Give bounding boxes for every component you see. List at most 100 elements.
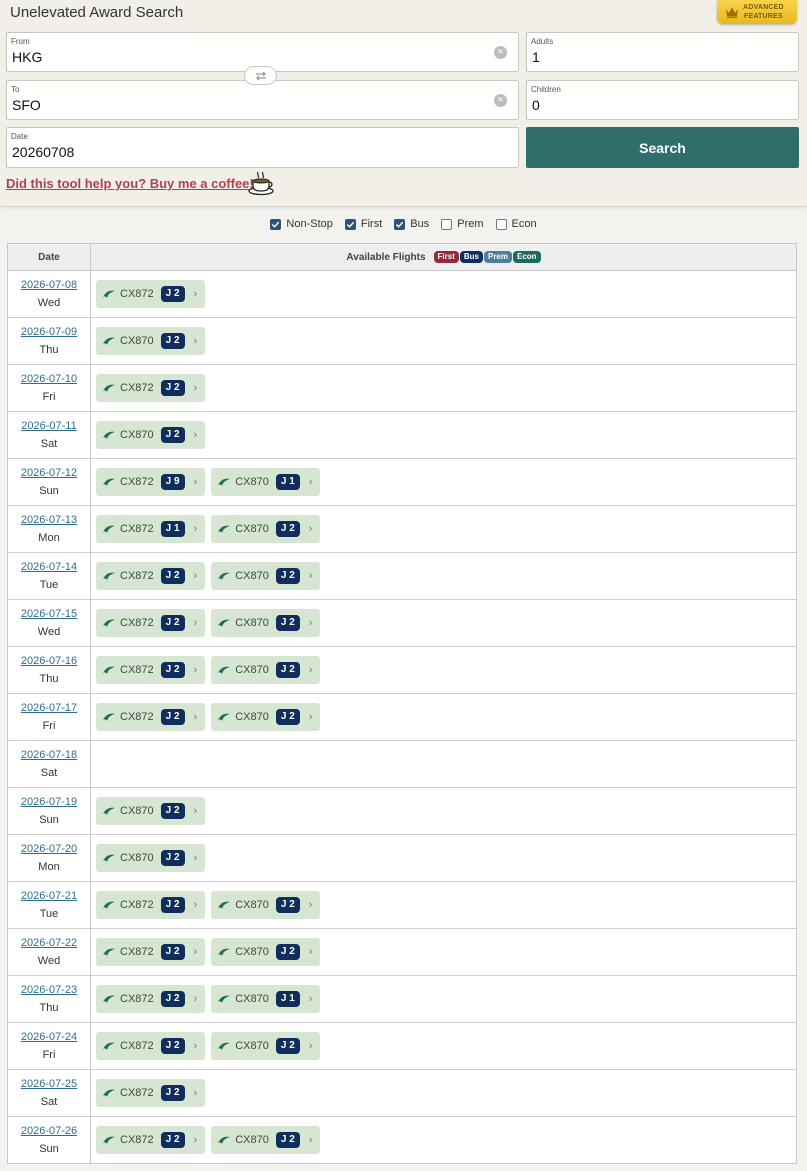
date-link[interactable]: 2026-07-23 bbox=[21, 984, 77, 996]
date-link[interactable]: 2026-07-24 bbox=[21, 1031, 77, 1043]
cabin-availability-badge: J 2 bbox=[160, 333, 185, 349]
date-link[interactable]: 2026-07-20 bbox=[21, 843, 77, 855]
date-link[interactable]: 2026-07-26 bbox=[21, 1125, 77, 1137]
from-input[interactable] bbox=[12, 49, 412, 65]
buy-coffee-link[interactable]: Did this tool help you? Buy me a coffee! bbox=[6, 176, 254, 191]
flight-chip[interactable]: CX872 J 2 › bbox=[96, 609, 206, 637]
flight-chip[interactable]: CX870 J 2 › bbox=[211, 515, 321, 543]
flight-chip[interactable]: CX870 J 2 › bbox=[211, 609, 321, 637]
checkbox[interactable] bbox=[394, 218, 406, 230]
filter-non-stop[interactable]: Non-Stop bbox=[270, 218, 333, 230]
airline-logo-icon bbox=[103, 807, 115, 815]
airline-logo-icon bbox=[103, 431, 115, 439]
checkbox[interactable] bbox=[344, 218, 356, 230]
flight-chip[interactable]: CX872 J 2 › bbox=[96, 562, 206, 590]
cabin-availability-badge: J 2 bbox=[275, 615, 300, 631]
flight-chip[interactable]: CX872 J 1 › bbox=[96, 515, 206, 543]
flight-chip[interactable]: CX870 J 2 › bbox=[211, 891, 321, 919]
flight-chip[interactable]: CX870 J 2 › bbox=[211, 562, 321, 590]
clear-to-icon[interactable]: × bbox=[494, 94, 507, 107]
chevron-right-icon: › bbox=[193, 993, 198, 1005]
date-link[interactable]: 2026-07-08 bbox=[21, 279, 77, 291]
date-link[interactable]: 2026-07-21 bbox=[21, 890, 77, 902]
date-link[interactable]: 2026-07-22 bbox=[21, 937, 77, 949]
filter-econ[interactable]: Econ bbox=[495, 218, 537, 230]
flight-number: CX870 bbox=[235, 617, 269, 629]
filter-bus[interactable]: Bus bbox=[394, 218, 429, 230]
cabin-availability-badge: J 2 bbox=[275, 568, 300, 584]
flight-chip[interactable]: CX872 J 2 › bbox=[96, 374, 206, 402]
flight-chip[interactable]: CX872 J 2 › bbox=[96, 1032, 206, 1060]
flight-chip[interactable]: CX870 J 2 › bbox=[96, 797, 206, 825]
filter-prem[interactable]: Prem bbox=[441, 218, 484, 230]
cabin-availability-badge: J 2 bbox=[160, 615, 185, 631]
flight-chip[interactable]: CX870 J 2 › bbox=[211, 703, 321, 731]
airline-logo-icon bbox=[103, 384, 115, 392]
chevron-right-icon: › bbox=[308, 1040, 313, 1052]
flight-chip[interactable]: CX872 J 9 › bbox=[96, 468, 206, 496]
date-link[interactable]: 2026-07-17 bbox=[21, 702, 77, 714]
date-link[interactable]: 2026-07-10 bbox=[21, 373, 77, 385]
flight-chip[interactable]: CX872 J 2 › bbox=[96, 1126, 206, 1154]
flight-chip[interactable]: CX870 J 2 › bbox=[96, 327, 206, 355]
date-link[interactable]: 2026-07-13 bbox=[21, 514, 77, 526]
date-field[interactable]: Date bbox=[6, 127, 519, 168]
clear-from-icon[interactable]: × bbox=[494, 46, 507, 59]
flight-chip[interactable]: CX872 J 2 › bbox=[96, 656, 206, 684]
airline-logo-icon bbox=[103, 572, 115, 580]
flight-chip[interactable]: CX870 J 1 › bbox=[211, 468, 321, 496]
table-row: 2026-07-18 Sat bbox=[8, 741, 796, 788]
flight-chip[interactable]: CX870 J 1 › bbox=[211, 985, 321, 1013]
flight-chip[interactable]: CX872 J 2 › bbox=[96, 1079, 206, 1107]
adults-field[interactable]: Adults bbox=[526, 32, 799, 72]
chevron-right-icon: › bbox=[308, 993, 313, 1005]
flights-cell: CX872 J 2 › CX870 J 2 › bbox=[91, 882, 796, 928]
table-row: 2026-07-14 Tue CX872 J 2 › CX870 J 2 › bbox=[8, 553, 796, 600]
airline-logo-icon bbox=[103, 619, 115, 627]
coffee-cup-icon[interactable] bbox=[248, 170, 276, 196]
date-link[interactable]: 2026-07-18 bbox=[21, 749, 77, 761]
to-input[interactable] bbox=[12, 97, 412, 113]
advanced-features-button[interactable]: ADVANCED FEATURES bbox=[717, 0, 797, 24]
flight-chip[interactable]: CX872 J 2 › bbox=[96, 938, 206, 966]
flight-chip[interactable]: CX870 J 2 › bbox=[211, 1032, 321, 1060]
cabin-availability-badge: J 2 bbox=[160, 709, 185, 725]
cabin-availability-badge: J 2 bbox=[160, 568, 185, 584]
flight-chip[interactable]: CX872 J 2 › bbox=[96, 280, 206, 308]
date-link[interactable]: 2026-07-19 bbox=[21, 796, 77, 808]
flight-chip[interactable]: CX872 J 2 › bbox=[96, 891, 206, 919]
search-button[interactable]: Search bbox=[526, 127, 799, 168]
flight-chip[interactable]: CX872 J 2 › bbox=[96, 703, 206, 731]
checkbox[interactable] bbox=[441, 218, 453, 230]
checkbox[interactable] bbox=[270, 218, 282, 230]
flight-chip[interactable]: CX870 J 2 › bbox=[96, 421, 206, 449]
flight-chip[interactable]: CX872 J 2 › bbox=[96, 985, 206, 1013]
flight-chip[interactable]: CX870 J 2 › bbox=[211, 656, 321, 684]
date-link[interactable]: 2026-07-25 bbox=[21, 1078, 77, 1090]
date-link[interactable]: 2026-07-14 bbox=[21, 561, 77, 573]
flight-number: CX872 bbox=[120, 1040, 154, 1052]
flight-chip[interactable]: CX870 J 2 › bbox=[211, 938, 321, 966]
legend-prem: Prem bbox=[483, 251, 512, 263]
filter-first[interactable]: First bbox=[344, 218, 382, 230]
to-field[interactable]: To × bbox=[6, 80, 519, 120]
date-link[interactable]: 2026-07-16 bbox=[21, 655, 77, 667]
flight-chip[interactable]: CX870 J 2 › bbox=[96, 844, 206, 872]
date-cell: 2026-07-18 Sat bbox=[8, 741, 91, 787]
flights-cell: CX872 J 2 › bbox=[91, 1070, 796, 1116]
date-link[interactable]: 2026-07-12 bbox=[21, 467, 77, 479]
children-input[interactable] bbox=[532, 97, 782, 113]
date-cell: 2026-07-09 Thu bbox=[8, 318, 91, 364]
date-column-header: Date bbox=[8, 244, 91, 270]
children-field[interactable]: Children bbox=[526, 80, 799, 120]
airline-logo-icon bbox=[218, 995, 231, 1003]
airline-logo-icon bbox=[218, 478, 231, 486]
flight-chip[interactable]: CX870 J 2 › bbox=[211, 1126, 321, 1154]
adults-input[interactable] bbox=[532, 49, 782, 65]
swap-airports-button[interactable] bbox=[244, 66, 277, 85]
date-link[interactable]: 2026-07-11 bbox=[21, 420, 76, 432]
date-input[interactable] bbox=[12, 144, 412, 160]
date-link[interactable]: 2026-07-09 bbox=[21, 326, 77, 338]
checkbox[interactable] bbox=[495, 218, 507, 230]
date-link[interactable]: 2026-07-15 bbox=[21, 608, 77, 620]
